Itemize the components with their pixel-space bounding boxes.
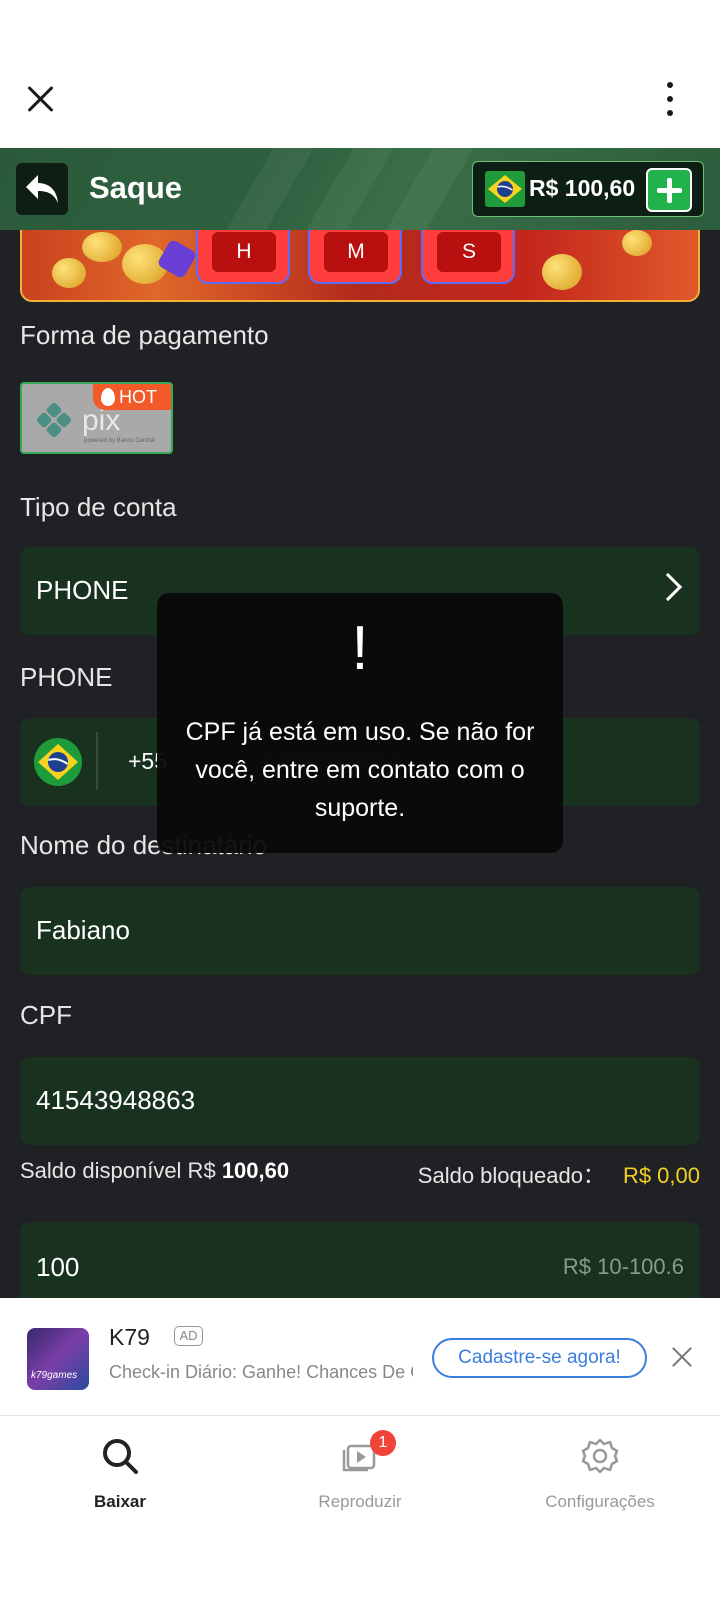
amount-field[interactable]: 100 R$ 10-100.6 (20, 1222, 700, 1298)
app-icon: k79games (27, 1328, 89, 1390)
divider (96, 732, 98, 790)
balance-amount: R$ 100,60 (529, 175, 636, 201)
toast-message: CPF já está em uso. Se não for você, ent… (185, 718, 535, 822)
account-type-value: PHONE (36, 575, 129, 605)
close-icon[interactable] (26, 84, 56, 114)
brazil-flag-icon (485, 171, 525, 207)
gear-icon (581, 1438, 619, 1474)
promo-banner[interactable]: H M S (20, 230, 700, 302)
pix-payment-option[interactable]: pix powered by Banco Central HOT (20, 382, 173, 454)
deposit-plus-button[interactable] (646, 168, 692, 212)
ad-tag: AD (174, 1326, 203, 1346)
cpf-value: 41543948863 (36, 1085, 196, 1115)
header-decoration (386, 148, 474, 230)
ad-app-name: K79 (109, 1324, 150, 1350)
cpf-field[interactable]: 41543948863 (20, 1057, 700, 1145)
ad-close-icon[interactable] (671, 1346, 693, 1368)
countdown-minutes: M (308, 230, 402, 284)
amount-value: 100 (36, 1252, 80, 1282)
error-toast: ! CPF já está em uso. Se não for você, e… (157, 593, 563, 853)
balance-row: Saldo disponível R$ 100,60 Saldo bloquea… (20, 1158, 700, 1188)
bottom-nav: Baixar 1 Reproduzir Configurações (0, 1416, 720, 1600)
available-balance: Saldo disponível R$ 100,60 (20, 1158, 290, 1183)
app-header: Saque R$ 100,60 (0, 148, 720, 230)
amount-range-hint: R$ 10-100.6 (562, 1254, 684, 1279)
countdown-seconds: S (421, 230, 515, 284)
brazil-flag-icon (34, 738, 82, 786)
notification-badge: 1 (370, 1430, 396, 1456)
header-decoration (226, 148, 314, 230)
recipient-name-value: Fabiano (36, 915, 130, 945)
payment-method-label: Forma de pagamento (20, 320, 269, 350)
withdraw-form: H M S Forma de pagamento pix powered by … (0, 230, 720, 1298)
top-bar (0, 0, 720, 148)
nav-baixar[interactable]: Baixar (0, 1436, 240, 1526)
balance-box: R$ 100,60 (472, 161, 704, 217)
svg-text:powered by Banco Central: powered by Banco Central (84, 438, 155, 444)
hot-badge: HOT (93, 384, 171, 410)
more-options-icon[interactable] (664, 82, 676, 116)
back-button[interactable] (16, 163, 68, 215)
nav-reproduzir[interactable]: 1 Reproduzir (240, 1430, 480, 1526)
ad-banner[interactable]: k79games K79 AD Check-in Diário: Ganhe! … (0, 1298, 720, 1416)
search-icon (103, 1439, 138, 1474)
flame-icon (101, 388, 115, 406)
account-type-label: Tipo de conta (20, 492, 177, 522)
recipient-name-field[interactable]: Fabiano (20, 887, 700, 975)
header-decoration (306, 148, 394, 230)
exclamation-icon: ! (351, 614, 369, 683)
back-arrow-icon (26, 175, 58, 203)
page-title: Saque (89, 170, 183, 205)
blocked-balance: Saldo bloqueado： R$ 0,00 (417, 1163, 700, 1188)
chevron-right-icon (653, 572, 683, 602)
phone-label: PHONE (20, 662, 113, 692)
signup-button[interactable]: Cadastre-se agora! (432, 1338, 647, 1378)
cpf-label: CPF (20, 1000, 72, 1030)
ad-description: Check-in Diário: Ganhe! Chances De Ganha… (109, 1362, 413, 1382)
countdown-hours: H (196, 230, 290, 284)
nav-configuracoes[interactable]: Configurações (480, 1436, 720, 1526)
